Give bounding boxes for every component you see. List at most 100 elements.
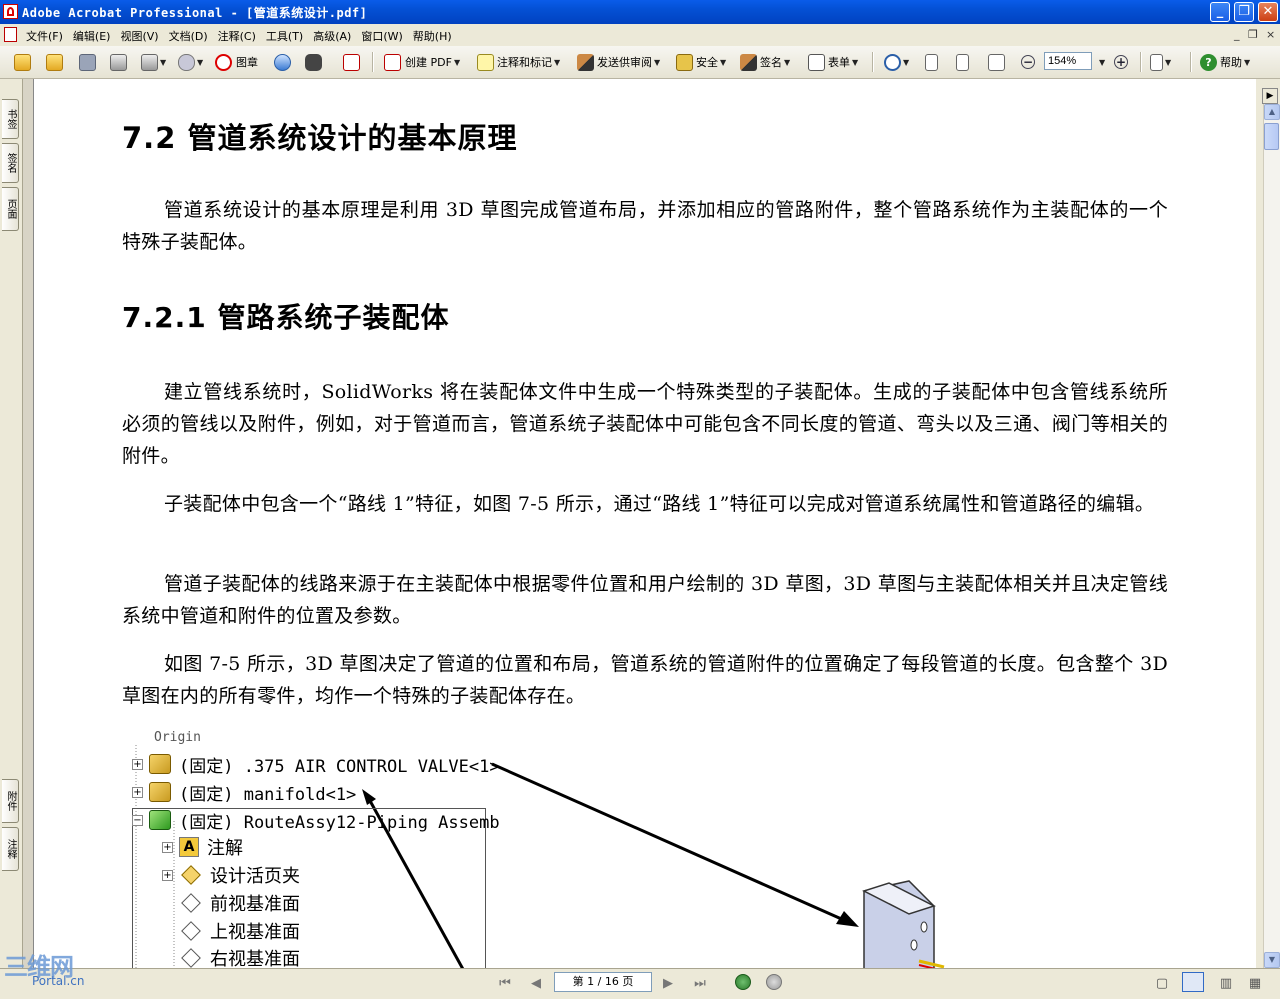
organizer-icon <box>46 53 63 71</box>
tree-row-valve[interactable]: + (固定) .375 AIR CONTROL VALVE<1> <box>132 752 500 777</box>
next-view-button[interactable] <box>766 974 782 990</box>
menu-view[interactable]: 视图(V) <box>118 28 166 44</box>
continuous-facing-view-icon[interactable]: ▦ <box>1245 974 1265 994</box>
acrobat-app-icon[interactable] <box>3 4 18 19</box>
menu-window[interactable]: 窗口(W) <box>359 28 410 44</box>
previous-view-button[interactable] <box>735 974 751 990</box>
tab-signatures[interactable]: 签名 <box>2 143 19 183</box>
minimize-button[interactable]: _ <box>1210 2 1230 22</box>
zoom-tool-button[interactable]: ▼ <box>884 52 909 72</box>
continuous-view-button[interactable] <box>1182 972 1204 992</box>
expand-icon[interactable]: + <box>132 786 143 798</box>
tab-pages[interactable]: 页面 <box>2 187 19 231</box>
restore-button[interactable]: ❐ <box>1234 2 1254 22</box>
menu-advanced[interactable]: 高级(A) <box>311 28 359 44</box>
navigation-pane-splitter[interactable] <box>23 79 34 968</box>
stamp-button[interactable]: 图章 <box>215 52 258 72</box>
menu-document[interactable]: 文档(D) <box>167 28 216 44</box>
first-page-button[interactable]: ⏮ <box>495 974 515 994</box>
assembly-icon <box>149 782 171 802</box>
help-button[interactable]: ? 帮助 ▼ <box>1200 52 1250 72</box>
document-icon[interactable] <box>4 27 17 42</box>
create-pdf-button[interactable]: 创建 PDF ▼ <box>384 52 460 72</box>
review-label: 发送供审阅 <box>597 56 652 69</box>
print-button[interactable] <box>110 52 127 72</box>
tree-row-origin[interactable]: Origin <box>128 729 201 745</box>
body-paragraph: 管道子装配体的线路来源于在主装配体中根据零件位置和用户绘制的 3D 草图，3D … <box>122 573 1168 627</box>
comment-icon <box>477 53 494 71</box>
zoom-input[interactable]: 154% <box>1044 52 1092 70</box>
tree-row-label: 设计活页夹 <box>210 866 300 887</box>
print-dropdown-button[interactable]: ▼ <box>141 52 166 72</box>
single-page-view-icon[interactable]: ▢ <box>1152 974 1172 994</box>
attach-button[interactable]: ▼ <box>178 52 203 72</box>
tree-row-route-assembly[interactable]: − (固定) RouteAssy12-Piping Assemb <box>132 808 500 833</box>
printer-icon <box>110 53 127 71</box>
zoom-in-button[interactable]: + <box>1114 52 1128 72</box>
forms-button[interactable]: 表单 ▼ <box>808 52 858 72</box>
zoom-in-tool-icon <box>884 53 901 71</box>
doc-restore-button[interactable]: ❐ <box>1248 28 1258 41</box>
pdf-page: 7.2 管道系统设计的基本原理 管道系统设计的基本原理是利用 3D 草图完成管道… <box>34 79 1256 968</box>
doc-minimize-button[interactable]: _ <box>1234 28 1240 41</box>
tree-row-right-plane[interactable]: 右视基准面 <box>179 946 300 968</box>
zoom-out-button[interactable]: − <box>1021 52 1035 72</box>
show-options-arrow-icon[interactable]: ▶ <box>1262 88 1278 104</box>
tree-row-front-plane[interactable]: 前视基准面 <box>179 891 300 915</box>
tree-row-annotations[interactable]: + A 注解 <box>162 835 243 859</box>
subsection-heading: 7.2.1 管路系统子装配体 <box>122 301 450 334</box>
properties-button[interactable] <box>343 52 360 72</box>
previous-page-button[interactable]: ◀ <box>526 974 546 994</box>
menu-help[interactable]: 帮助(H) <box>411 28 460 44</box>
section-heading: 7.2 管道系统设计的基本原理 <box>122 121 518 155</box>
comment-markup-button[interactable]: 注释和标记 ▼ <box>477 52 560 72</box>
tree-row-manifold[interactable]: + (固定) manifold<1> <box>132 780 356 805</box>
sign-button[interactable]: 签名 ▼ <box>740 52 790 72</box>
menu-comments[interactable]: 注释(C) <box>216 28 264 44</box>
menu-file[interactable]: 文件(F) <box>24 28 71 44</box>
zoom-dropdown-button[interactable]: ▼ <box>1097 52 1105 72</box>
search-button[interactable] <box>305 52 322 72</box>
next-page-button[interactable]: ▶ <box>658 974 678 994</box>
manifold-hole <box>910 939 918 951</box>
doc-close-button[interactable]: × <box>1266 28 1275 41</box>
tab-attachments[interactable]: 附件 <box>2 779 19 823</box>
close-button[interactable]: ✕ <box>1258 2 1278 22</box>
expand-icon[interactable]: + <box>162 841 173 853</box>
last-page-button[interactable]: ⏭ <box>690 974 710 994</box>
scroll-up-button[interactable]: ▲ <box>1264 104 1280 120</box>
create-pdf-label: 创建 PDF <box>405 56 452 69</box>
tab-bookmarks[interactable]: 书签 <box>2 99 19 139</box>
security-button[interactable]: 安全 ▼ <box>676 52 726 72</box>
fit-page-button[interactable] <box>956 52 969 72</box>
fit-width-button[interactable] <box>988 52 1005 72</box>
arrow-line <box>491 762 847 923</box>
tree-row-design-binder[interactable]: + 设计活页夹 <box>162 863 300 887</box>
menu-tools[interactable]: 工具(T) <box>264 28 311 44</box>
lock-icon <box>676 53 693 71</box>
tree-row-top-plane[interactable]: 上视基准面 <box>179 919 300 943</box>
save-button[interactable] <box>79 52 96 72</box>
tree-row-label: 前视基准面 <box>210 894 300 915</box>
page-number-field[interactable]: 第 1 / 16 页 <box>554 972 652 992</box>
scrollbar-thumb[interactable] <box>1264 123 1279 150</box>
collapse-icon[interactable]: − <box>132 814 143 826</box>
figure-7-5: Origin + (固定) .375 AIR CONTROL VALVE<1> … <box>124 729 1194 968</box>
actual-size-button[interactable] <box>925 52 938 72</box>
menu-edit[interactable]: 编辑(E) <box>71 28 119 44</box>
plane-icon <box>181 893 201 913</box>
open-button[interactable] <box>14 52 31 72</box>
document-view[interactable]: 7.2 管道系统设计的基本原理 管道系统设计的基本原理是利用 3D 草图完成管道… <box>34 79 1256 968</box>
send-review-button[interactable]: 发送供审阅 ▼ <box>577 52 660 72</box>
rotate-button[interactable]: ▼ <box>1150 52 1171 72</box>
tab-comments[interactable]: 注释 <box>2 827 19 871</box>
body-paragraph: 如图 7-5 所示，3D 草图决定了管道的位置和布局，管道系统的管道附件的位置确… <box>122 653 1168 707</box>
expand-icon[interactable]: + <box>132 758 143 770</box>
facing-view-icon[interactable]: ▥ <box>1216 974 1236 994</box>
email-button[interactable] <box>274 52 291 72</box>
paperclip-icon <box>178 53 195 71</box>
expand-icon[interactable]: + <box>162 869 173 881</box>
vertical-scrollbar[interactable]: ▲ ▼ <box>1263 104 1280 968</box>
organizer-button[interactable] <box>46 52 63 72</box>
scroll-down-button[interactable]: ▼ <box>1264 952 1280 968</box>
